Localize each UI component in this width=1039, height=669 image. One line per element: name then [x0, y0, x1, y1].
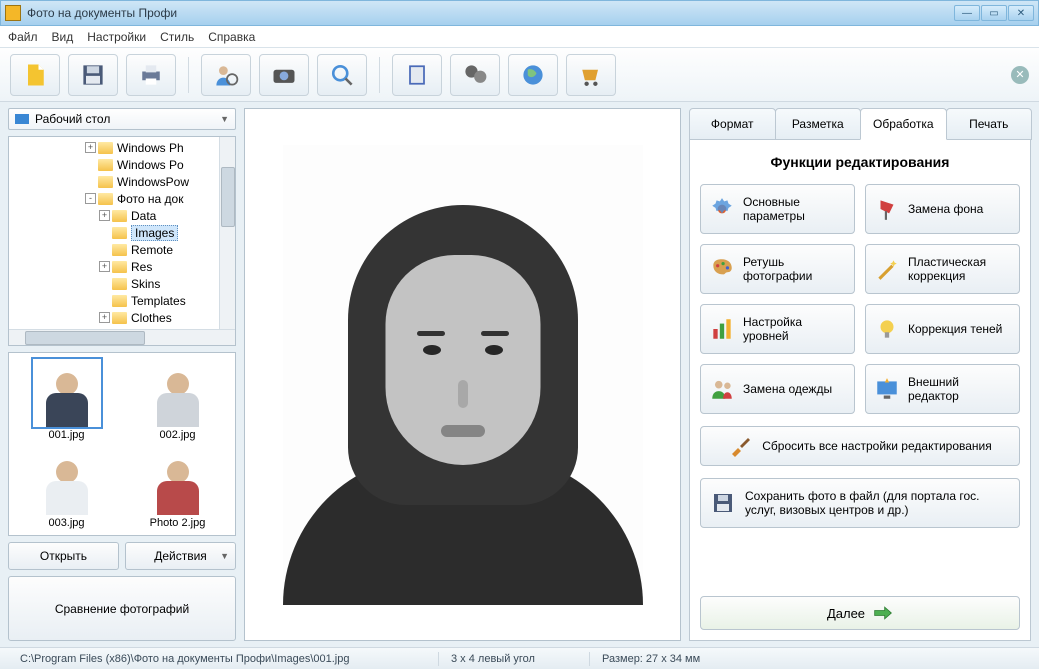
menu-вид[interactable]: Вид [52, 30, 74, 44]
edit-gear[interactable]: Основные параметры [700, 184, 855, 234]
edit-monitor[interactable]: Внешний редактор [865, 364, 1020, 414]
tab-2[interactable]: Обработка [860, 108, 947, 140]
toolbar-person-zoom[interactable] [201, 54, 251, 96]
folder-icon [98, 176, 113, 188]
folder-icon [98, 159, 113, 171]
open-button[interactable]: Открыть [8, 542, 119, 570]
tab-bar: ФорматРазметкаОбработкаПечать [689, 108, 1031, 140]
tree-node[interactable]: Windows Po [9, 156, 235, 173]
left-panel: Рабочий стол ▼ +Windows PhWindows PoWind… [8, 108, 236, 641]
thumbnail[interactable]: 003.jpg [15, 447, 118, 529]
edit-bars[interactable]: Настройка уровней [700, 304, 855, 354]
menu-справка[interactable]: Справка [208, 30, 255, 44]
tree-node[interactable]: +Clothes [9, 309, 235, 326]
panel-close-icon[interactable]: ✕ [1011, 66, 1029, 84]
tab-1[interactable]: Разметка [775, 108, 862, 140]
title-bar: Фото на документы Профи — ▭ ✕ [0, 0, 1039, 26]
menu-bar: Файл Вид Настройки Стиль Справка [0, 26, 1039, 48]
status-grid: 3 x 4 левый угол [439, 653, 589, 665]
thumbnail[interactable]: Photo 2.jpg [126, 447, 229, 529]
tree-node[interactable]: Skins [9, 275, 235, 292]
right-panel: ФорматРазметкаОбработкаПечать Функции ре… [689, 108, 1031, 641]
location-combo[interactable]: Рабочий стол ▼ [8, 108, 236, 130]
edit-people[interactable]: Замена одежды [700, 364, 855, 414]
tree-hscroll[interactable] [9, 329, 235, 345]
toolbar-print[interactable] [126, 54, 176, 96]
folder-icon [112, 210, 127, 222]
minimize-button[interactable]: — [954, 5, 980, 21]
actions-button[interactable]: Действия▼ [125, 542, 236, 570]
lamp-icon [874, 196, 900, 222]
status-size: Размер: 27 x 34 мм [590, 653, 712, 665]
floppy-icon [711, 491, 735, 515]
tree-node[interactable]: Remote [9, 241, 235, 258]
folder-tree[interactable]: +Windows PhWindows PoWindowsPow-Фото на … [8, 136, 236, 346]
toolbar-magnifier[interactable] [317, 54, 367, 96]
tree-vscroll[interactable] [219, 137, 235, 329]
toolbar-cart[interactable] [566, 54, 616, 96]
palette-icon [709, 256, 735, 282]
window-title: Фото на документы Профи [27, 6, 954, 20]
chevron-down-icon: ▼ [220, 551, 229, 561]
monitor-icon [874, 376, 900, 402]
compare-button[interactable]: Сравнение фотографий [8, 576, 236, 641]
toolbar-globe[interactable] [508, 54, 558, 96]
tab-body: Функции редактирования Основные параметр… [689, 140, 1031, 641]
status-path: C:\Program Files (x86)\Фото на документы… [8, 653, 438, 665]
bulb-icon [874, 316, 900, 342]
arrow-right-icon [873, 605, 893, 621]
save-file-button[interactable]: Сохранить фото в файл (для портала гос. … [700, 478, 1020, 528]
desktop-icon [15, 114, 29, 124]
menu-файл[interactable]: Файл [8, 30, 38, 44]
toolbar: ✕ [0, 48, 1039, 102]
tree-node[interactable]: +Windows Ph [9, 139, 235, 156]
toolbar-film[interactable] [450, 54, 500, 96]
wand-icon [874, 256, 900, 282]
edit-palette[interactable]: Ретушь фотографии [700, 244, 855, 294]
reset-button[interactable]: Сбросить все настройки редактирования [700, 426, 1020, 466]
edit-lamp[interactable]: Замена фона [865, 184, 1020, 234]
tree-node[interactable]: WindowsPow [9, 173, 235, 190]
toolbar-book[interactable] [392, 54, 442, 96]
folder-icon [112, 278, 127, 290]
app-icon [5, 5, 21, 21]
people-icon [709, 376, 735, 402]
maximize-button[interactable]: ▭ [981, 5, 1007, 21]
tree-node[interactable]: Images [9, 224, 235, 241]
tree-node[interactable]: Templates [9, 292, 235, 309]
photo-preview [283, 145, 643, 605]
next-button[interactable]: Далее [700, 596, 1020, 630]
folder-icon [112, 312, 127, 324]
tree-node[interactable]: -Фото на док [9, 190, 235, 207]
toolbar-camera[interactable] [259, 54, 309, 96]
folder-icon [98, 193, 113, 205]
panel-title: Функции редактирования [700, 154, 1020, 170]
thumbnail[interactable]: 001.jpg [15, 359, 118, 441]
tab-3[interactable]: Печать [946, 108, 1033, 140]
gear-icon [709, 196, 735, 222]
edit-bulb[interactable]: Коррекция теней [865, 304, 1020, 354]
folder-icon [112, 295, 127, 307]
location-label: Рабочий стол [35, 112, 110, 126]
tab-0[interactable]: Формат [689, 108, 776, 140]
status-bar: C:\Program Files (x86)\Фото на документы… [0, 647, 1039, 669]
toolbar-save[interactable] [68, 54, 118, 96]
edit-wand[interactable]: Пластическая коррекция [865, 244, 1020, 294]
menu-настройки[interactable]: Настройки [87, 30, 146, 44]
preview-area [244, 108, 681, 641]
thumbnail-grid: 001.jpg002.jpg003.jpgPhoto 2.jpg [8, 352, 236, 536]
brush-icon [728, 434, 752, 458]
tree-node[interactable]: +Res [9, 258, 235, 275]
folder-icon [112, 227, 127, 239]
folder-icon [112, 261, 127, 273]
tree-node[interactable]: +Data [9, 207, 235, 224]
menu-стиль[interactable]: Стиль [160, 30, 194, 44]
bars-icon [709, 316, 735, 342]
folder-icon [112, 244, 127, 256]
toolbar-new-file[interactable] [10, 54, 60, 96]
folder-icon [98, 142, 113, 154]
close-button[interactable]: ✕ [1008, 5, 1034, 21]
thumbnail[interactable]: 002.jpg [126, 359, 229, 441]
chevron-down-icon: ▼ [220, 114, 229, 124]
